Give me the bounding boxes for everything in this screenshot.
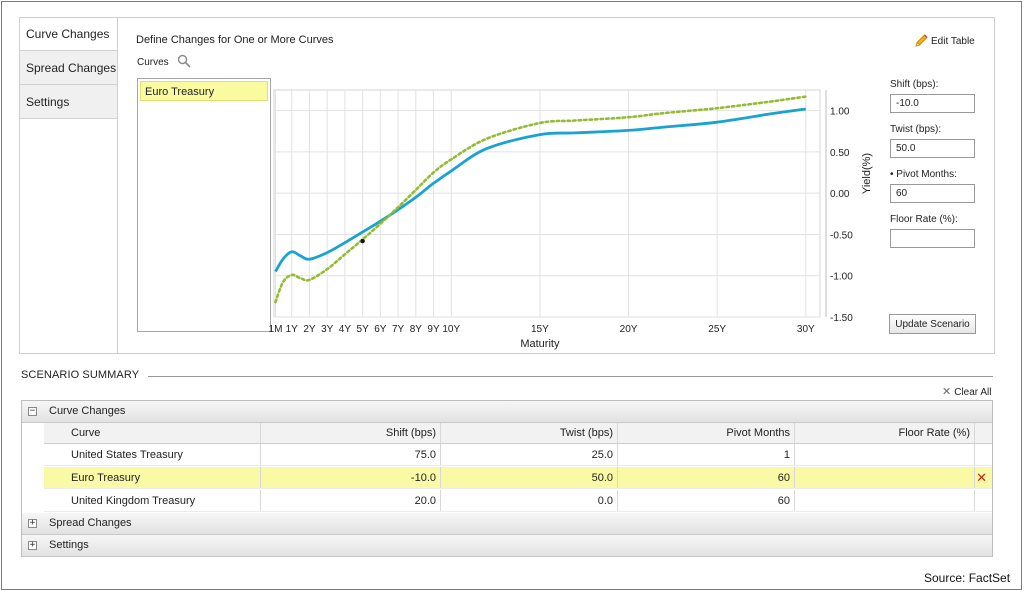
x-tick-label: 4Y	[339, 324, 352, 335]
column-separator	[974, 467, 975, 488]
x-axis-label: Maturity	[520, 338, 560, 350]
x-tick-label: 10Y	[442, 324, 460, 335]
cell-floor	[794, 467, 974, 488]
x-tick-label: 1Y	[286, 324, 299, 335]
group-label: Settings	[49, 539, 89, 551]
y-axis-label: Yield(%)	[861, 153, 873, 194]
collapse-icon[interactable]: −	[28, 407, 37, 416]
y-tick-label: -1.00	[830, 272, 853, 283]
cell-twist: 50.0	[591, 472, 613, 484]
table-row[interactable]: United States Treasury 75.0 25.0 1	[44, 444, 992, 466]
cell-twist: 25.0	[591, 449, 613, 461]
x-tick-label: 9Y	[427, 324, 440, 335]
y-tick-label: 0.00	[830, 189, 850, 200]
x-tick-label: 5Y	[357, 324, 370, 335]
group-label: Curve Changes	[49, 405, 126, 417]
table-row-selected[interactable]: Euro Treasury -10.0 50.0 60 ✕	[44, 467, 992, 489]
x-tick-label: 25Y	[708, 324, 726, 335]
cell-pivot: 1	[783, 449, 790, 461]
column-header-twist[interactable]: Twist (bps)	[440, 423, 617, 443]
group-label: Spread Changes	[49, 517, 132, 529]
cell-floor	[794, 444, 974, 465]
y-tick-label: -1.50	[830, 313, 853, 324]
pencil-icon	[915, 34, 928, 47]
y-tick-label: 0.50	[830, 148, 850, 159]
x-tick-label: 1M	[269, 324, 283, 335]
define-changes-heading: Define Changes for One or More Curves	[136, 34, 334, 46]
y-tick-label: -0.50	[830, 230, 853, 241]
scenario-summary-title: SCENARIO SUMMARY	[21, 369, 140, 381]
curve-editor-panel: Curve Changes Spread Changes Settings De…	[19, 17, 995, 354]
close-icon: ✕	[942, 386, 952, 398]
cell-shift: 75.0	[414, 449, 436, 461]
curves-list: Euro Treasury	[137, 78, 271, 332]
expand-icon[interactable]: +	[28, 519, 37, 528]
group-curve-changes[interactable]: − Curve Changes	[22, 401, 992, 423]
clear-all-button[interactable]: ✕ Clear All	[942, 385, 991, 398]
cell-twist: 0.0	[597, 495, 613, 507]
window-frame: Curve Changes Spread Changes Settings De…	[1, 1, 1022, 590]
twist-input[interactable]	[890, 139, 975, 158]
search-icon[interactable]	[177, 54, 191, 68]
pivot-months-label: • Pivot Months:	[890, 169, 957, 180]
cell-curve: Euro Treasury	[71, 472, 141, 484]
x-tick-label: 8Y	[410, 324, 423, 335]
floor-rate-input[interactable]	[890, 229, 975, 248]
cell-pivot: 60	[777, 472, 790, 484]
clear-all-label: Clear All	[954, 387, 992, 398]
shift-input[interactable]	[890, 94, 975, 113]
summary-divider	[148, 376, 993, 377]
cell-shift: -10.0	[410, 472, 436, 484]
x-tick-label: 7Y	[392, 324, 405, 335]
y-tick-label: 1.00	[830, 107, 850, 118]
floor-rate-label: Floor Rate (%):	[890, 214, 958, 225]
source-caption: Source: FactSet	[924, 571, 1011, 585]
update-scenario-button[interactable]: Update Scenario	[889, 314, 976, 334]
x-tick-label: 15Y	[531, 324, 549, 335]
x-tick-label: 2Y	[303, 324, 316, 335]
tab-settings[interactable]: Settings	[20, 85, 117, 119]
x-tick-label: 30Y	[797, 324, 815, 335]
cell-shift: 20.0	[414, 495, 436, 507]
table-row[interactable]: United Kingdom Treasury 20.0 0.0 60	[44, 490, 992, 512]
cell-curve: United Kingdom Treasury	[71, 495, 196, 507]
edit-table-button[interactable]: Edit Table	[913, 33, 989, 51]
column-separator	[974, 423, 975, 443]
group-spread-changes[interactable]: + Spread Changes	[22, 513, 992, 535]
column-header-shift[interactable]: Shift (bps)	[260, 423, 440, 443]
edit-table-label: Edit Table	[931, 36, 975, 47]
x-tick-label: 6Y	[374, 324, 387, 335]
curve-list-item-euro-treasury[interactable]: Euro Treasury	[140, 81, 268, 101]
column-header-floor-rate[interactable]: Floor Rate (%)	[794, 423, 974, 443]
delete-row-icon[interactable]: ✕	[976, 470, 987, 486]
curves-label: Curves	[137, 57, 169, 68]
cell-floor	[794, 490, 974, 511]
x-tick-label: 20Y	[620, 324, 638, 335]
group-settings[interactable]: + Settings	[22, 535, 992, 557]
tab-spread-changes[interactable]: Spread Changes	[20, 51, 117, 85]
left-tab-bar: Curve Changes Spread Changes Settings	[20, 18, 118, 354]
cell-pivot: 60	[777, 495, 790, 507]
cell-curve: United States Treasury	[71, 449, 183, 461]
table-header-row: Curve Shift (bps) Twist (bps) Pivot Mont…	[44, 423, 992, 444]
plot-area	[273, 89, 821, 318]
column-header-pivot-months[interactable]: Pivot Months	[617, 423, 794, 443]
pivot-point-marker	[360, 238, 365, 244]
pivot-months-input[interactable]	[890, 184, 975, 203]
scenario-summary-grid: − Curve Changes Curve Shift (bps) Twist …	[21, 400, 993, 557]
column-separator	[974, 490, 975, 511]
twist-label: Twist (bps):	[890, 124, 942, 135]
tab-curve-changes[interactable]: Curve Changes	[20, 18, 117, 51]
expand-icon[interactable]: +	[28, 541, 37, 550]
x-tick-label: 3Y	[321, 324, 334, 335]
column-header-curve[interactable]: Curve	[44, 423, 260, 443]
column-separator	[974, 444, 975, 465]
yield-curve-chart: 1.00 0.50 0.00 -0.50 -1.00 -1.50 1M 1Y 2Y 3Y 4Y 5Y 6…	[269, 89, 873, 350]
shift-label: Shift (bps):	[890, 79, 939, 90]
